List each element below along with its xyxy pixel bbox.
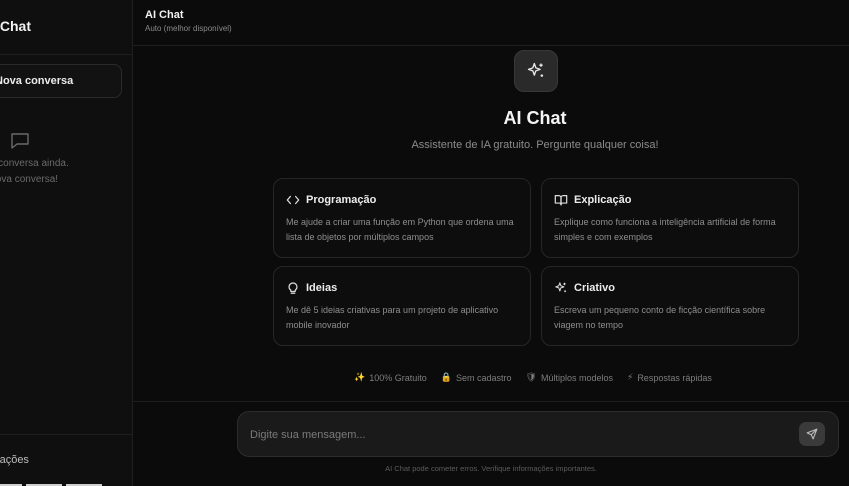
sparkles-icon (514, 50, 558, 92)
feature-label: 100% Gratuito (369, 372, 427, 383)
lightbulb-icon (288, 282, 298, 294)
sparkle-emoji-icon: ✨ (354, 372, 366, 382)
message-input[interactable] (250, 426, 790, 444)
feature-list: ✨ 100% Gratuito 🔒 Sem cadastro 🛡 Múltipl… (354, 372, 712, 383)
feature-item: 🔒 Sem cadastro (441, 372, 512, 383)
chat-header: AI Chat Auto (melhor disponível) (133, 0, 849, 46)
card-description: Escreva um pequeno conto de ficção cient… (554, 305, 766, 330)
lock-icon: 🔒 (440, 372, 452, 382)
sparkles-icon (555, 282, 566, 293)
card-title: Ideias (306, 282, 338, 294)
feature-label: Sem cadastro (455, 372, 512, 383)
feature-item: ✨ 100% Gratuito (354, 372, 427, 383)
sidebar-divider-bottom (0, 434, 132, 435)
page-title: AI Chat (503, 108, 567, 128)
suggestion-card-explicacao[interactable]: Explicação Explique como funciona a inte… (541, 178, 799, 258)
card-description: Me ajude a criar uma função em Python qu… (286, 217, 514, 242)
send-button[interactable] (799, 422, 825, 446)
header-title: AI Chat (145, 9, 184, 21)
code-icon (286, 195, 300, 205)
feature-label: Múltiplos modelos (540, 372, 613, 383)
send-icon (806, 428, 818, 440)
feature-item: ⚡ Respostas rápidas (627, 372, 712, 383)
model-selector[interactable]: Auto (melhor disponível) (145, 24, 232, 33)
card-description: Explique como funciona a inteligência ar… (554, 217, 776, 242)
feature-label: Respostas rápidas (637, 372, 712, 383)
page-subtitle: Assistente de IA gratuito. Pergunte qual… (411, 139, 659, 151)
message-composer (237, 411, 839, 457)
card-title: Criativo (574, 282, 615, 294)
sidebar-empty-text: Nenhuma conversa ainda. (0, 158, 69, 169)
suggestion-card-programacao[interactable]: Programação Me ajude a criar uma função … (273, 178, 531, 258)
card-title: Programação (306, 194, 377, 206)
feature-item: 🛡 Múltiplos modelos (526, 372, 613, 383)
sidebar: AI Chat Nova conversa Nenhuma conversa a… (0, 0, 133, 486)
sidebar-divider (0, 54, 132, 55)
sidebar-brand: AI Chat (0, 18, 31, 34)
settings-button[interactable]: Configurações (0, 454, 29, 466)
composer-divider (133, 401, 849, 402)
new-chat-label: Nova conversa (0, 75, 74, 87)
disclaimer-text: AI Chat pode cometer erros. Verifique in… (385, 464, 597, 473)
suggestion-card-criativo[interactable]: Criativo Escreva um pequeno conto de fic… (541, 266, 799, 346)
suggestion-card-ideias[interactable]: Ideias Me dê 5 ideias criativas para um … (273, 266, 531, 346)
lightning-icon: ⚡ (626, 372, 634, 382)
new-chat-button[interactable]: Nova conversa (0, 64, 122, 98)
card-title: Explicação (574, 194, 632, 206)
shield-icon: 🛡 (525, 372, 537, 382)
book-open-icon (554, 195, 568, 206)
card-description: Me dê 5 ideias criativas para um projeto… (286, 305, 499, 330)
sidebar-empty-hint: Comece uma nova conversa! (0, 174, 59, 185)
